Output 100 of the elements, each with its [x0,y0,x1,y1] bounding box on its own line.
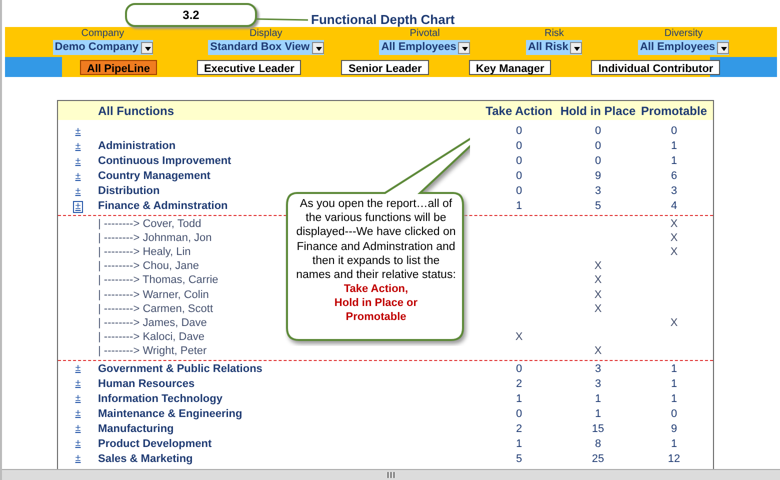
table-cell: 1 [516,438,522,451]
table-cell: X [670,316,678,330]
table-cell: 25 [592,452,604,466]
function-name[interactable]: Administration [98,140,176,153]
filter-dropdown[interactable]: All Risk [526,40,582,55]
function-name[interactable]: Government & Public Relations [98,362,262,376]
filter-label: Risk [544,28,564,40]
column-header: Take Action [486,102,552,120]
filter-dropdown[interactable]: All Employees [379,40,470,55]
filter-label: Pivotal [410,28,440,40]
table-cell: X [670,218,678,231]
filter-label: Company [81,28,124,40]
table-cell: 2 [516,378,522,391]
pipeline-tab[interactable]: Individual Contributor [591,60,720,74]
filter-dropdown[interactable]: All Employees [638,40,730,55]
function-name[interactable]: Information Technology [98,392,222,406]
expand-toggle[interactable]: ± [75,454,81,464]
grip-icon [386,472,396,478]
expand-toggle[interactable]: ± [75,424,81,434]
table-cell: 9 [670,422,678,436]
table-cell: 0 [670,125,678,138]
table-cell: 3 [594,362,602,376]
column-header: Promotable [640,102,707,120]
table-cell: 5 [516,452,522,466]
table-cell: 8 [594,438,602,451]
table-cell: X [594,260,602,274]
filter-dropdown[interactable]: Demo Company [52,40,153,55]
pipeline-tab[interactable]: Senior Leader [341,60,429,74]
status-legend: Take Action, [344,282,408,296]
table-cell: X [515,331,523,344]
function-name[interactable]: Continuous Improvement [98,155,232,168]
function-name[interactable]: Product Development [98,438,212,451]
dropdown-caret-icon [312,42,324,54]
function-name[interactable]: Distribution [98,185,160,198]
function-name[interactable]: Finance & Adminstration [98,200,228,213]
bubble-text: As you open the report…all of the various functions will be displayed---We have clicked on Finance and Adminstration and then it expands to list the names and their relative status: [295,197,457,282]
table-cell: 9 [594,170,602,183]
table-cell: 0 [594,140,602,153]
employee-name: | --------> Warner, Colin [98,288,209,302]
page-title: Functional Depth Chart [311,11,455,28]
pipeline-tab[interactable]: Key Manager [468,60,552,74]
table-cell: 12 [668,452,680,466]
employee-name: | --------> Cover, Todd [98,218,202,231]
table-cell: 2 [516,422,522,436]
filter-label: Display [249,28,282,40]
table-cell: 6 [670,170,678,183]
table-cell: 1 [516,392,522,406]
expand-toggle[interactable]: ± [75,186,81,196]
expand-toggle[interactable]: ± [75,156,81,166]
expand-toggle[interactable]: ± [75,142,81,152]
table-cell: 1 [670,392,678,406]
table-cell: 0 [516,185,522,198]
expand-toggle[interactable]: ± [75,379,81,390]
column-header: Hold in Place [560,102,636,120]
expand-toggle[interactable]: ± [73,200,83,212]
table-cell: X [594,302,602,316]
leader-line [256,18,308,22]
table-cell: 1 [670,155,678,168]
expand-toggle[interactable]: ± [75,364,81,374]
function-name[interactable]: Sales & Marketing [98,452,193,466]
table-cell: 3 [670,185,678,198]
status-legend: Hold in Place or [334,296,418,310]
table-cell: X [670,246,678,259]
filter-label: Diversity [664,28,703,40]
table-cell: 15 [592,422,604,436]
expand-toggle[interactable]: ± [75,172,81,182]
function-name[interactable]: Country Management [98,170,210,183]
table-cell: 1 [594,392,602,406]
table-cell: 3 [594,378,602,391]
function-name[interactable]: Manufacturing [98,422,174,436]
table-cell: 1 [670,438,678,451]
table-cell: 1 [516,200,522,213]
expand-toggle[interactable]: ± [75,409,81,420]
table-cell: 0 [516,170,522,183]
filter-dropdown[interactable]: Standard Box View [208,40,324,55]
table-cell: 0 [516,408,522,421]
status-legend: Promotable [346,310,406,324]
table-cell: 3 [594,185,602,198]
function-name[interactable]: Human Resources [98,378,195,391]
table-cell: 1 [670,378,678,391]
expand-toggle[interactable]: ± [75,126,81,136]
table-cell: 4 [670,200,678,213]
expand-toggle[interactable]: ± [75,394,81,404]
table-cell: 0 [594,155,602,168]
function-name[interactable]: Maintenance & Engineering [98,408,242,421]
dropdown-caret-icon [140,42,153,54]
employee-name: | --------> Thomas, Carrie [98,274,218,288]
table-cell: X [594,288,602,302]
employee-name: | --------> Healy, Lin [98,246,191,259]
table-cell: X [670,232,678,245]
pipeline-tab[interactable]: All PipeLine [80,60,157,74]
dropdown-caret-icon [570,42,582,54]
table-cell: 0 [516,155,522,168]
table-cell: 0 [670,408,678,421]
employee-name: | --------> Johnman, Jon [98,232,212,245]
dropdown-caret-icon [717,42,730,54]
pipeline-tab[interactable]: Executive Leader [196,60,302,74]
expand-toggle[interactable]: ± [75,439,81,450]
table-cell: 5 [594,200,602,213]
employee-name: | --------> Kaloci, Dave [98,331,204,344]
